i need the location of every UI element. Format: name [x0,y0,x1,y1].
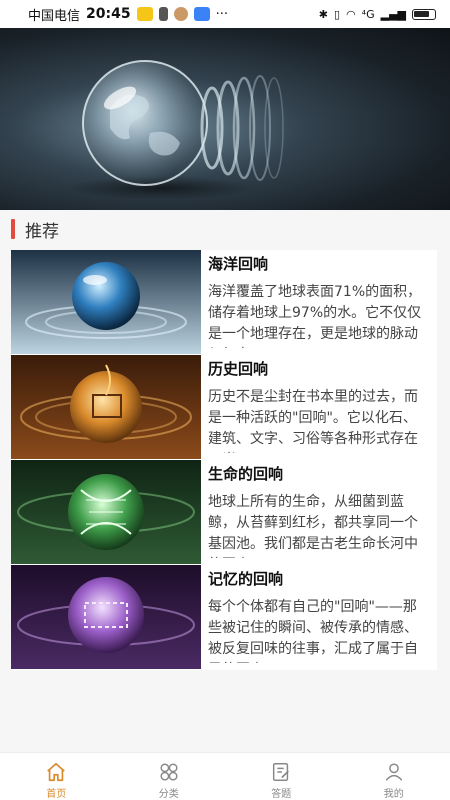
avatar-notification-icon [173,7,188,21]
battery-icon [412,8,436,20]
dna-orb-image [11,460,201,564]
signal-icon: ▂▄▆ [380,7,406,21]
carrier-label: 中国电信 [28,8,81,24]
card-title: 海洋回响 [208,255,269,273]
card-title: 生命的回响 [208,465,284,483]
hero-banner[interactable] [0,28,450,210]
history-orb-image [11,355,201,459]
vibrate-icon: ▯ [334,7,341,21]
bottom-tab-bar: 首页 分类 答题 我的 [0,752,450,800]
network-type: ⁴G [361,7,375,21]
cloud-notification-icon [193,7,210,21]
section-title: 推荐 [25,221,59,242]
memory-orb-image [11,565,201,669]
ocean-orb-image [11,250,201,354]
bluetooth-icon: ✱ [318,7,328,21]
recommend-list: 海洋回响 海洋覆盖了地球表面71%的面积，储存着地球上97%的水。它不仅仅是一个… [11,250,437,670]
more-notifications: ··· [215,6,228,22]
status-bar: 中国电信 20:45 ··· ✱ ▯ ◠ ⁴G ▂▄▆ [0,0,450,28]
card-description: 海洋覆盖了地球表面71%的面积，储存着地球上97%的水。它不仅仅是一个地理存在，… [208,284,422,348]
app-notification-icon [158,7,168,21]
notification-icon [136,7,153,21]
tab-profile[interactable]: 我的 [338,753,450,800]
tab-label: 我的 [383,789,404,800]
quiz-icon [273,763,290,781]
clock: 20:45 [86,6,131,22]
tab-label: 答题 [271,789,292,800]
card-ocean-echo[interactable]: 海洋回响 海洋覆盖了地球表面71%的面积，储存着地球上97%的水。它不仅仅是一个… [11,250,437,354]
crystal-globe-image [65,60,284,200]
card-description: 每个个体都有自己的"回响"——那些被记住的瞬间、被传承的情感、被反复回味的往事，… [208,599,418,663]
profile-icon [385,763,403,781]
card-description: 历史不是尘封在书本里的过去，而是一种活跃的"回响"。它以化石、建筑、文字、习俗等… [208,389,418,453]
wifi-icon: ◠ [346,7,356,21]
tab-category[interactable]: 分类 [113,753,226,800]
card-history-echo[interactable]: 历史回响 历史不是尘封在书本里的过去，而是一种活跃的"回响"。它以化石、建筑、文… [11,355,437,459]
card-description: 地球上所有的生命，从细菌到蓝鲸，从苔藓到红杉，都共享同一个基因池。我们都是古老生… [208,494,418,558]
section-accent-bar [11,219,15,239]
tab-label: 首页 [46,789,67,800]
category-icon [160,763,178,781]
card-title: 记忆的回响 [208,570,284,588]
card-life-echo[interactable]: 生命的回响 地球上所有的生命，从细菌到蓝鲸，从苔藓到红杉，都共享同一个基因池。我… [11,460,437,564]
card-title: 历史回响 [208,360,269,378]
recommend-section-header: 推荐 [0,212,450,246]
home-icon [47,762,66,782]
tab-home[interactable]: 首页 [0,753,113,800]
tab-label: 分类 [158,789,179,800]
tab-quiz[interactable]: 答题 [225,753,338,800]
card-memory-echo[interactable]: 记忆的回响 每个个体都有自己的"回响"——那些被记住的瞬间、被传承的情感、被反复… [11,565,437,669]
